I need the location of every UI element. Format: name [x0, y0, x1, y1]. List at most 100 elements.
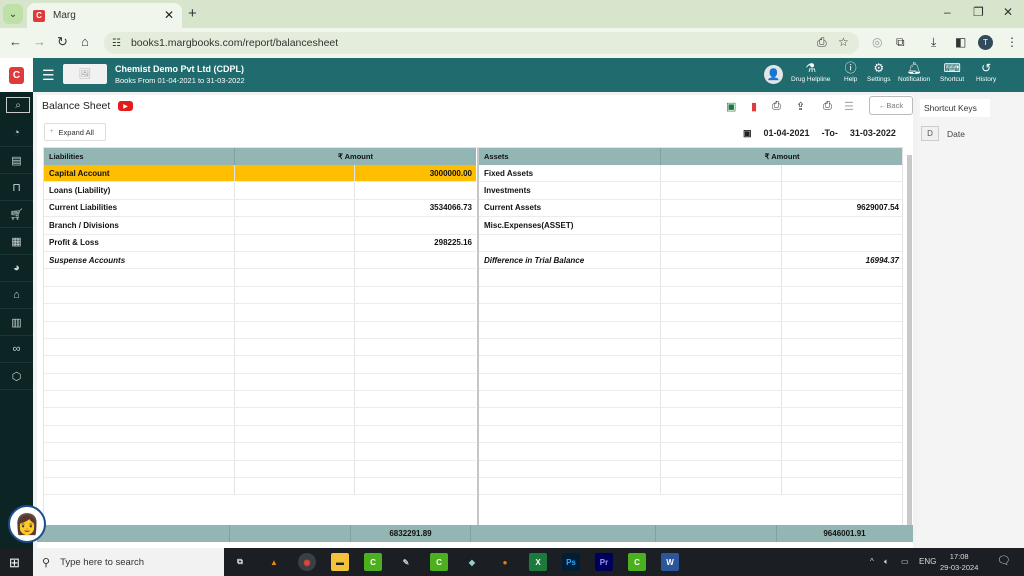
liabilities-row	[44, 460, 476, 479]
to-date[interactable]: 31-03-2022	[850, 128, 896, 139]
calculator-icon[interactable]: ▦	[0, 228, 33, 255]
expand-all-button[interactable]: + Expand All	[44, 123, 106, 141]
box-icon[interactable]: ⬡	[0, 363, 33, 390]
address-bar[interactable]: ☷ books1.margbooks.com/report/balanceshe…	[104, 32, 859, 54]
drug-helpline-button[interactable]: ⚗ Drug Helpline	[791, 62, 830, 84]
photoshop-icon[interactable]: Ps	[562, 553, 580, 571]
language-indicator[interactable]: ENG	[919, 557, 936, 566]
support-assistant-avatar[interactable]: 👩	[8, 505, 46, 543]
print-alt-icon[interactable]: ⎙	[823, 100, 832, 113]
date-range[interactable]: ▣ 01-04-2021 -To- 31-03-2022	[743, 128, 896, 139]
notification-button[interactable]: 🔔︎ Notification	[898, 62, 931, 84]
camtasia-icon[interactable]: C	[364, 553, 382, 571]
youtube-icon[interactable]: ▶	[118, 101, 133, 111]
shortcut-button[interactable]: ⌨ Shortcut	[940, 62, 964, 84]
print-icon[interactable]: ⎙	[772, 100, 781, 113]
liabilities-row[interactable]: Loans (Liability)	[44, 182, 476, 200]
extensions-icon[interactable]: ⧉	[896, 35, 905, 50]
liabilities-row[interactable]: Capital Account 3000000.00	[44, 165, 476, 183]
bookmark-star-icon[interactable]: ☆	[838, 35, 849, 49]
vlc-icon[interactable]: ▲	[265, 553, 283, 571]
cart-icon[interactable]: 🛒︎	[0, 201, 33, 228]
premiere-icon[interactable]: Pr	[595, 553, 613, 571]
history-button[interactable]: ↺ History	[976, 62, 996, 84]
from-date[interactable]: 01-04-2021	[764, 128, 810, 139]
report-icon[interactable]: ▥	[0, 309, 33, 336]
assets-row-subamount	[661, 304, 782, 321]
task-view-icon[interactable]: ⧉	[231, 553, 249, 571]
tab-search-chevron-icon[interactable]: ⌄	[3, 4, 23, 24]
taskbar-search[interactable]: ⚲ Type here to search	[33, 548, 224, 576]
notification-center-icon[interactable]: 🗨︎	[997, 554, 1011, 567]
back-arrow-icon[interactable]: ←	[9, 34, 22, 49]
shortcut-keys-tab[interactable]: Shortcut Keys	[920, 99, 990, 117]
assets-table: Assets ₹ Amount Fixed Assets Investments C…	[477, 148, 902, 529]
download-icon[interactable]: ⤓	[931, 35, 936, 50]
home-icon[interactable]: ⌂	[81, 34, 89, 49]
assets-row[interactable]: Difference in Trial Balance 16994.37	[479, 251, 902, 270]
pdf-export-icon[interactable]: ▮	[751, 100, 757, 113]
liabilities-row-name	[44, 425, 235, 443]
restore-icon[interactable]: ❐	[973, 5, 984, 19]
close-tab-icon[interactable]: ✕	[164, 8, 174, 22]
excel-export-icon[interactable]: ▣	[726, 100, 736, 113]
liabilities-row[interactable]: Current Liabilities 3534066.73	[44, 199, 476, 218]
assets-row[interactable]: Misc.Expenses(ASSET)	[479, 217, 902, 235]
site-settings-icon[interactable]: ☷	[112, 38, 121, 49]
liabilities-row-name	[44, 304, 235, 321]
menu-kebab-icon[interactable]: ⋮	[1006, 35, 1018, 49]
handshake-icon[interactable]: ∞	[0, 336, 33, 363]
tray-chevron-icon[interactable]: ^	[870, 557, 874, 566]
liabilities-row[interactable]: Profit & Loss 298225.16	[44, 234, 476, 252]
bag-icon[interactable]: ⊓	[0, 174, 33, 201]
help-button[interactable]: ⓘ Help	[844, 62, 857, 84]
settings-button[interactable]: ⚙ Settings	[867, 61, 891, 84]
shortcut-key[interactable]: D	[921, 126, 939, 141]
paint-icon[interactable]: ✎	[397, 553, 415, 571]
liabilities-row-name	[44, 478, 235, 495]
menu-lines-icon[interactable]: ☰	[844, 100, 854, 113]
firefox-icon[interactable]: ●	[496, 553, 514, 571]
pie-chart-icon[interactable]: ◕	[0, 255, 33, 282]
reload-icon[interactable]: ↻	[57, 34, 68, 50]
user-avatar-icon[interactable]: 👤	[764, 65, 783, 84]
back-button[interactable]: ← Back	[869, 96, 913, 115]
clock[interactable]: 17:08 29-03-2024	[940, 551, 978, 573]
liabilities-row[interactable]: Branch / Divisions	[44, 217, 476, 235]
volume-icon[interactable]: 🔈︎	[884, 557, 889, 567]
dashboard-icon[interactable]: ◔	[0, 120, 33, 147]
browser-tab[interactable]: C Marg ✕	[27, 3, 182, 28]
upload-icon[interactable]: ⇪	[796, 100, 805, 113]
assets-row[interactable]: Current Assets 9629007.54	[479, 199, 902, 218]
assets-row[interactable]: Investments	[479, 182, 902, 200]
assets-row-amount	[782, 235, 902, 251]
gear-icon: ⚙	[873, 61, 885, 75]
close-window-icon[interactable]: ✕	[1003, 5, 1013, 19]
vertical-scrollbar[interactable]	[907, 155, 912, 533]
camtasia-recorder-icon[interactable]: C	[430, 553, 448, 571]
file-explorer-icon[interactable]: ▬	[331, 553, 349, 571]
minimize-icon[interactable]: –	[944, 5, 951, 19]
network-icon[interactable]: ▭	[901, 557, 909, 566]
notification-label: Notification	[898, 76, 931, 83]
liabilities-row[interactable]: Suspense Accounts	[44, 251, 476, 270]
marg-logo[interactable]: C	[0, 58, 33, 92]
marg-favicon-icon: C	[33, 9, 45, 22]
notes-app-icon[interactable]: ◆	[463, 553, 481, 571]
assets-row[interactable]: Fixed Assets	[479, 165, 902, 183]
new-tab-icon[interactable]: +	[188, 5, 197, 22]
excel-icon[interactable]: X	[529, 553, 547, 571]
word-icon[interactable]: W	[661, 553, 679, 571]
camera-icon[interactable]: ◎	[872, 35, 882, 49]
bank-icon[interactable]: ⌂	[0, 282, 33, 309]
windows-start-icon[interactable]: ⊞	[9, 555, 20, 571]
chrome-icon[interactable]: ◉	[298, 553, 316, 571]
side-panel-icon[interactable]: ◧	[955, 35, 966, 49]
hamburger-menu-icon[interactable]: ☰	[42, 67, 55, 84]
sidebar-search-icon[interactable]: ⌕	[6, 97, 30, 113]
install-app-icon[interactable]: ⎙	[817, 35, 827, 50]
ledger-icon[interactable]: ▤	[0, 147, 33, 174]
camtasia-editor-icon[interactable]: C	[628, 553, 646, 571]
forward-arrow-icon[interactable]: →	[33, 34, 46, 49]
profile-avatar[interactable]: T	[978, 35, 993, 50]
